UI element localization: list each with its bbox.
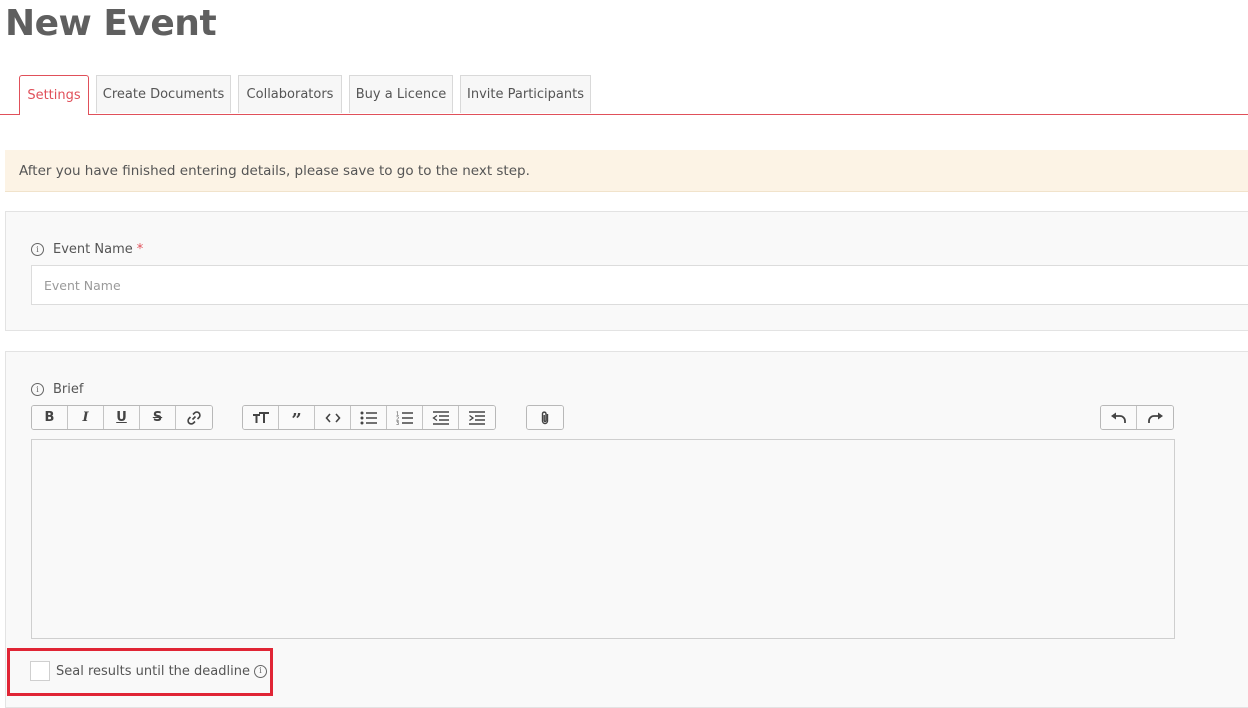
bold-icon[interactable]: B	[32, 406, 68, 429]
event-name-panel: i Event Name *	[5, 211, 1248, 331]
tab-settings[interactable]: Settings	[19, 75, 89, 115]
strikethrough-icon[interactable]: S	[140, 406, 176, 429]
brief-label: i Brief	[31, 382, 83, 397]
info-icon[interactable]: i	[253, 664, 267, 678]
alert-text: After you have finished entering details…	[19, 162, 530, 179]
seal-results-checkbox[interactable]	[30, 661, 50, 681]
file-tools-toolbar	[526, 405, 564, 430]
numbered-list-icon[interactable]: 123	[387, 406, 423, 429]
indent-icon[interactable]	[459, 406, 495, 429]
heading-icon[interactable]	[243, 406, 279, 429]
undo-icon[interactable]	[1101, 406, 1137, 429]
required-marker: *	[136, 242, 144, 257]
tab-buy-a-licence[interactable]: Buy a Licence	[349, 75, 453, 113]
info-alert: After you have finished entering details…	[5, 150, 1248, 192]
bullet-list-icon[interactable]	[351, 406, 387, 429]
tab-create-documents[interactable]: Create Documents	[96, 75, 231, 113]
info-icon[interactable]: i	[31, 383, 44, 396]
svg-text:3: 3	[396, 421, 399, 425]
text-format-toolbar: B I U S	[31, 405, 213, 430]
italic-icon[interactable]: I	[68, 406, 104, 429]
info-icon[interactable]: i	[31, 243, 44, 256]
event-name-label-text: Event Name	[53, 242, 133, 257]
block-format-toolbar: ” 123	[242, 405, 496, 430]
tab-bar: Settings Create Documents Collaborators …	[0, 75, 1248, 115]
redo-icon[interactable]	[1137, 406, 1173, 429]
event-name-input[interactable]	[31, 265, 1248, 305]
brief-editor[interactable]	[31, 439, 1175, 639]
tab-invite-participants[interactable]: Invite Participants	[460, 75, 591, 113]
link-icon[interactable]	[176, 406, 212, 429]
underline-icon[interactable]: U	[104, 406, 140, 429]
brief-label-text: Brief	[53, 382, 84, 397]
seal-results-label[interactable]: Seal results until the deadline i	[56, 662, 267, 680]
quote-icon[interactable]: ”	[279, 406, 315, 429]
tab-collaborators[interactable]: Collaborators	[238, 75, 342, 113]
history-toolbar	[1100, 405, 1174, 430]
event-name-label: i Event Name *	[31, 242, 143, 257]
attach-icon[interactable]	[527, 406, 563, 429]
page-title: New Event	[5, 3, 217, 44]
code-icon[interactable]	[315, 406, 351, 429]
outdent-icon[interactable]	[423, 406, 459, 429]
seal-results-label-text: Seal results until the deadline	[56, 663, 250, 679]
